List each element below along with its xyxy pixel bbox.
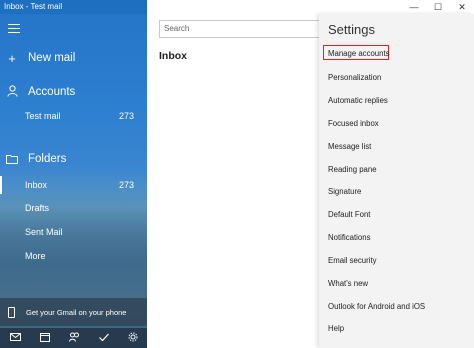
search-input[interactable]: Search xyxy=(159,20,329,38)
settings-item-outlook-mobile[interactable]: Outlook for Android and iOS xyxy=(328,302,425,311)
message-list-pane: Search Inbox xyxy=(147,0,329,348)
calendar-icon[interactable] xyxy=(39,332,50,344)
folders-label: Folders xyxy=(28,153,67,165)
folders-button[interactable]: Folders xyxy=(0,149,147,169)
minimize-button[interactable]: — xyxy=(402,2,426,12)
folder-name: Sent Mail xyxy=(25,227,63,237)
accounts-label: Accounts xyxy=(28,86,76,98)
plus-icon: + xyxy=(8,50,16,66)
bottom-nav-bar xyxy=(0,328,147,348)
settings-item-default-font[interactable]: Default Font xyxy=(328,210,370,219)
settings-item-focused-inbox[interactable]: Focused inbox xyxy=(328,119,379,128)
settings-item-help[interactable]: Help xyxy=(328,324,344,333)
settings-item-notifications[interactable]: Notifications xyxy=(328,233,370,242)
folder-name: Drafts xyxy=(25,203,50,213)
close-button[interactable]: ✕ xyxy=(450,2,474,13)
folder-icon xyxy=(6,153,18,166)
account-name: Test mail xyxy=(25,111,61,121)
settings-item-manage-accounts[interactable]: Manage accounts xyxy=(328,49,390,58)
accounts-button[interactable]: Accounts xyxy=(0,82,147,102)
settings-gear-icon[interactable] xyxy=(128,332,138,344)
settings-item-reading-pane[interactable]: Reading pane xyxy=(328,165,377,174)
phone-icon xyxy=(8,306,15,318)
account-unread-count: 273 xyxy=(118,111,134,121)
gmail-promo-label: Get your Gmail on your phone xyxy=(26,307,127,317)
folder-item-sent-mail[interactable]: Sent Mail xyxy=(0,223,147,241)
maximize-button[interactable]: ☐ xyxy=(426,2,450,13)
account-item[interactable]: Test mail 273 xyxy=(0,107,147,125)
folder-name: Inbox xyxy=(25,180,48,190)
folder-item-more[interactable]: More xyxy=(0,247,147,265)
todo-icon[interactable] xyxy=(98,333,109,344)
settings-item-whats-new[interactable]: What's new xyxy=(328,279,368,288)
page-title: Inbox xyxy=(159,50,187,62)
mail-icon[interactable] xyxy=(9,333,21,343)
settings-title: Settings xyxy=(328,22,375,37)
new-mail-label: New mail xyxy=(28,52,76,64)
folder-item-drafts[interactable]: Drafts xyxy=(0,199,147,217)
settings-item-personalization[interactable]: Personalization xyxy=(328,73,381,82)
gmail-promo-button[interactable]: Get your Gmail on your phone xyxy=(0,298,147,326)
settings-item-signature[interactable]: Signature xyxy=(328,187,361,196)
folder-item-inbox[interactable]: Inbox 273 xyxy=(0,176,147,194)
folder-name: More xyxy=(25,251,46,261)
folder-count: 273 xyxy=(118,180,134,190)
sidebar: + New mail Accounts Test mail 273 Folder… xyxy=(0,14,147,348)
window-controls: — ☐ ✕ xyxy=(319,0,474,14)
selection-indicator xyxy=(0,176,2,194)
people-icon[interactable] xyxy=(68,332,80,344)
settings-item-message-list[interactable]: Message list xyxy=(328,142,371,151)
person-icon xyxy=(6,85,18,99)
window-title: Inbox - Test mail xyxy=(0,0,147,14)
settings-panel: Settings Manage accounts Personalization… xyxy=(319,14,474,348)
settings-item-automatic-replies[interactable]: Automatic replies xyxy=(328,96,388,105)
new-mail-button[interactable]: + New mail xyxy=(0,48,147,68)
hamburger-menu-icon[interactable] xyxy=(8,24,20,34)
settings-item-email-security[interactable]: Email security xyxy=(328,256,377,265)
